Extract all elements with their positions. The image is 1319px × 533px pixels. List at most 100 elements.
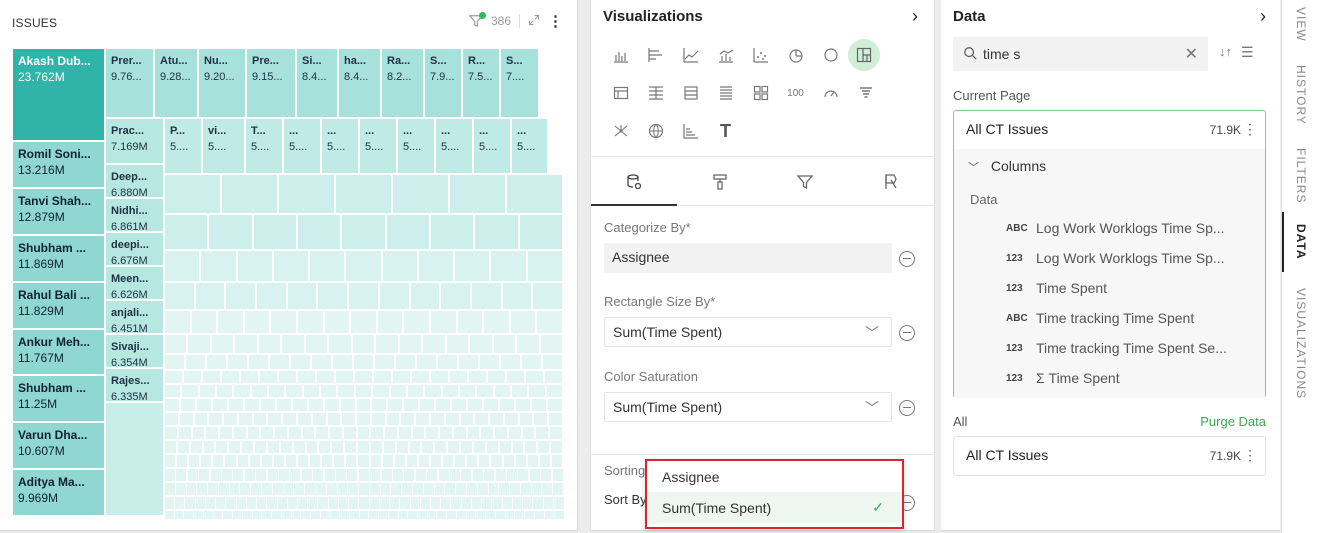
treemap-tile[interactable]: [269, 354, 290, 370]
treemap-tile[interactable]: [456, 310, 484, 334]
field-item[interactable]: 123 Log Work Worklogs Time Sp...: [970, 243, 1249, 273]
treemap-tile[interactable]: Prer... 9.76...: [105, 48, 154, 118]
filter-icon[interactable]: [468, 12, 486, 28]
treemap-tile[interactable]: Nidhi... 6.861M: [105, 198, 164, 232]
treemap-tile[interactable]: [185, 354, 206, 370]
treemap-tile[interactable]: [274, 426, 288, 440]
treemap-tile[interactable]: [281, 334, 305, 354]
treemap-tile[interactable]: [435, 398, 452, 412]
treemap-tile[interactable]: [501, 282, 533, 310]
treemap-tile[interactable]: [217, 310, 244, 334]
treemap-tile[interactable]: [357, 468, 370, 482]
donut-icon[interactable]: [813, 39, 848, 71]
grid-icon[interactable]: [673, 77, 708, 109]
treemap-tile[interactable]: [506, 370, 525, 384]
treemap-tile[interactable]: [369, 440, 383, 454]
treemap-tile[interactable]: Atu... 9.28...: [154, 48, 198, 118]
treemap-tile[interactable]: [533, 412, 549, 426]
treemap-tile[interactable]: [514, 454, 527, 468]
treemap-tile[interactable]: [320, 384, 338, 398]
data-source-row[interactable]: All CT Issues 71.9K ⋮: [954, 437, 1265, 475]
treemap-tile[interactable]: [323, 310, 351, 334]
treemap-tile[interactable]: [297, 412, 312, 426]
treemap-tile[interactable]: [301, 426, 316, 440]
treemap-tile[interactable]: [545, 384, 563, 398]
treemap-tile[interactable]: [356, 426, 371, 440]
treemap-tile[interactable]: [351, 334, 376, 354]
treemap-tile[interactable]: Shubham ... 11.869M: [12, 234, 105, 282]
treemap-tile[interactable]: [454, 250, 491, 282]
treemap-tile[interactable]: [176, 440, 190, 454]
treemap-tile[interactable]: [286, 282, 318, 310]
treemap-tile[interactable]: [323, 398, 340, 412]
collapse-chevron-icon[interactable]: ›: [912, 6, 918, 27]
treemap-tile[interactable]: [164, 370, 183, 384]
treemap-tile[interactable]: [212, 454, 225, 468]
treemap-tile[interactable]: [376, 310, 404, 334]
treemap-tile[interactable]: Prac... 7.169M: [105, 118, 164, 164]
rail-tab-filters[interactable]: FILTERS: [1282, 146, 1319, 206]
treemap-tile[interactable]: [179, 398, 196, 412]
treemap-tile[interactable]: [335, 174, 392, 214]
treemap-tile[interactable]: [549, 426, 563, 440]
treemap-tile[interactable]: [300, 468, 313, 482]
treemap-tile[interactable]: [243, 398, 260, 412]
treemap-tile[interactable]: [384, 426, 398, 440]
treemap-tile[interactable]: [426, 468, 439, 482]
treemap-tile[interactable]: [528, 468, 541, 482]
rail-tab-data[interactable]: DATA: [1282, 212, 1319, 272]
treemap-tile[interactable]: [309, 454, 322, 468]
treemap-tile[interactable]: [507, 426, 522, 440]
remove-categorize-icon[interactable]: [899, 251, 915, 267]
treemap-tile[interactable]: [278, 468, 290, 482]
treemap-tile[interactable]: [430, 454, 443, 468]
treemap-tile[interactable]: [344, 440, 358, 454]
data-source-row[interactable]: All CT Issues 71.9K ⋮: [954, 111, 1265, 149]
treemap-tile[interactable]: S... 7.9...: [424, 48, 462, 118]
treemap-tile[interactable]: [268, 384, 286, 398]
treemap-tile[interactable]: [105, 402, 164, 516]
treemap-tile[interactable]: [442, 454, 455, 468]
treemap-tile[interactable]: [415, 412, 430, 426]
treemap-tile[interactable]: [311, 412, 327, 426]
treemap-tile[interactable]: [480, 426, 495, 440]
pie-chart-icon[interactable]: [778, 39, 813, 71]
treemap-tile[interactable]: [282, 412, 297, 426]
treemap-tile[interactable]: Varun Dha... 10.607M: [12, 422, 105, 470]
treemap-tile[interactable]: [353, 354, 374, 370]
treemap-tile[interactable]: [380, 468, 393, 482]
treemap-tile[interactable]: [416, 354, 437, 370]
treemap-tile[interactable]: [411, 370, 430, 384]
treemap-tile[interactable]: [348, 282, 379, 310]
treemap-tile[interactable]: Romil Soni... 13.216M: [12, 141, 105, 188]
treemap-tile[interactable]: [248, 354, 269, 370]
treemap-tile[interactable]: [164, 214, 209, 250]
treemap-tile[interactable]: [329, 426, 343, 440]
rail-tab-visualizations[interactable]: VISUALIZATIONS: [1282, 280, 1319, 408]
treemap-tile[interactable]: [369, 468, 382, 482]
treemap-tile[interactable]: [225, 282, 257, 310]
treemap-tile[interactable]: [553, 510, 566, 520]
treemap-tile[interactable]: [490, 454, 503, 468]
treemap-tile[interactable]: P... 5....: [164, 118, 202, 174]
horizontal-bar-icon[interactable]: [638, 39, 673, 71]
treemap-tile[interactable]: [200, 250, 237, 282]
treemap-tile[interactable]: [422, 334, 446, 354]
treemap-tile[interactable]: [190, 310, 218, 334]
treemap-tile[interactable]: [392, 370, 411, 384]
treemap-tile[interactable]: [539, 334, 563, 354]
treemap-tile[interactable]: [478, 454, 491, 468]
treemap-tile[interactable]: [260, 454, 273, 468]
tab-analytics[interactable]: [848, 158, 934, 205]
treemap-tile[interactable]: [291, 398, 308, 412]
treemap-tile[interactable]: [266, 440, 280, 454]
treemap-tile[interactable]: [350, 310, 377, 334]
treemap-tile[interactable]: Si... 8.4...: [296, 48, 338, 118]
treemap-tile[interactable]: [164, 282, 195, 310]
treemap-tile[interactable]: [297, 310, 324, 334]
treemap-tile[interactable]: [373, 370, 392, 384]
treemap-tile[interactable]: [259, 370, 278, 384]
treemap-tile[interactable]: [531, 398, 548, 412]
treemap-tile[interactable]: [489, 412, 504, 426]
treemap-tile[interactable]: [233, 384, 251, 398]
